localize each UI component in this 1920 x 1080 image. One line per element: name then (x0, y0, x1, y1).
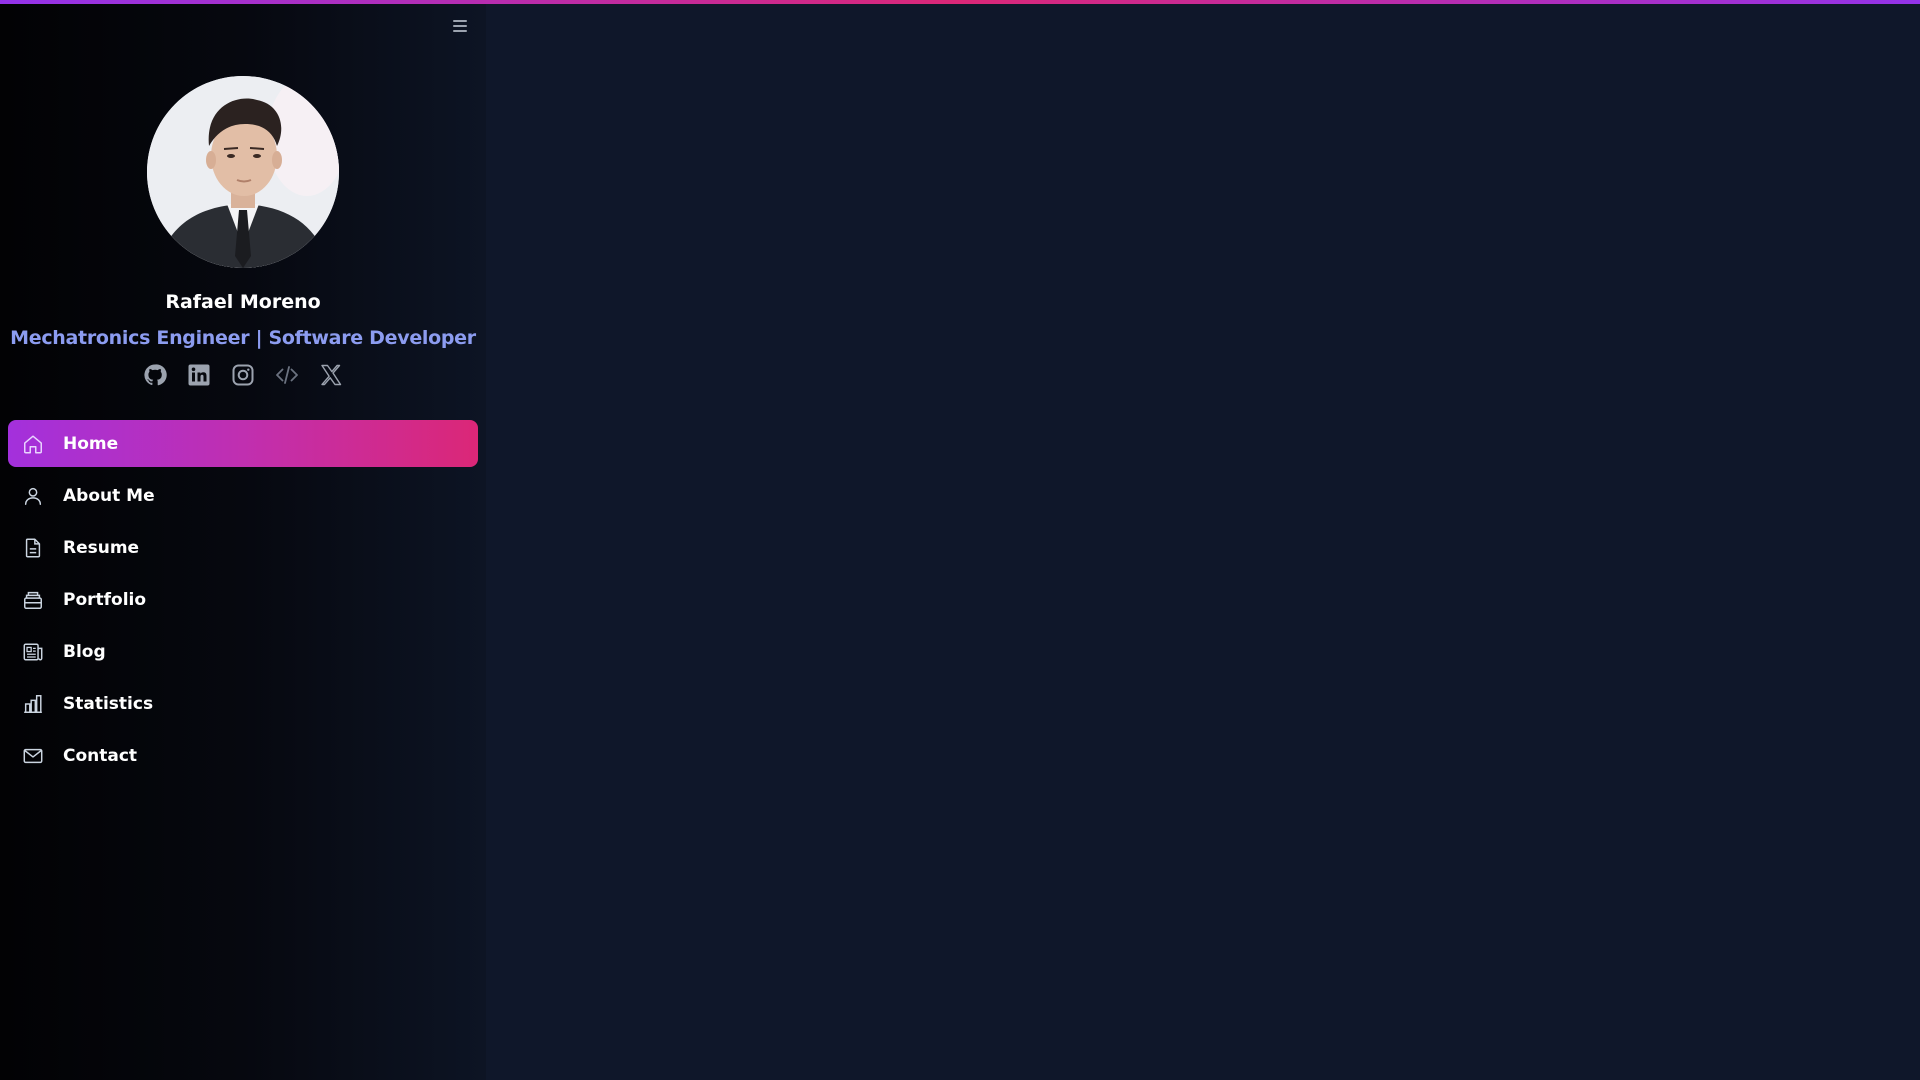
nav-item-label: Portfolio (63, 589, 147, 610)
mail-icon (22, 745, 44, 767)
nav-item-label: Home (63, 433, 119, 454)
document-icon (22, 537, 44, 559)
top-accent-bar (0, 0, 1920, 4)
newspaper-icon (22, 641, 44, 663)
nav-item-statistics[interactable]: Statistics (8, 680, 478, 727)
home-icon (22, 433, 44, 455)
code-icon[interactable] (275, 363, 299, 387)
nav-item-home[interactable]: Home (8, 420, 478, 467)
nav-item-about-me[interactable]: About Me (8, 472, 478, 519)
nav-item-label: Statistics (63, 693, 154, 714)
profile-name: Rafael Moreno (165, 291, 321, 313)
github-icon[interactable] (143, 363, 167, 387)
user-icon (22, 485, 44, 507)
menu-toggle-icon[interactable] (450, 17, 470, 35)
chart-bar-icon (22, 693, 44, 715)
avatar (147, 76, 339, 268)
profile-title: Mechatronics Engineer | Software Develop… (10, 327, 476, 349)
nav-item-label: About Me (63, 485, 155, 506)
main-content (486, 4, 1920, 1080)
nav-item-portfolio[interactable]: Portfolio (8, 576, 478, 623)
nav-item-label: Contact (63, 745, 138, 766)
nav-item-contact[interactable]: Contact (8, 732, 478, 779)
sidebar: Rafael Moreno Mechatronics Engineer | So… (0, 0, 486, 1080)
sidebar-nav: Home About Me Resume Portfolio Blog Stat… (8, 420, 478, 784)
linkedin-icon[interactable] (187, 363, 211, 387)
portfolio-icon (22, 589, 44, 611)
nav-item-resume[interactable]: Resume (8, 524, 478, 571)
social-links (0, 363, 486, 389)
nav-item-label: Blog (63, 641, 106, 662)
nav-item-blog[interactable]: Blog (8, 628, 478, 675)
nav-item-label: Resume (63, 537, 140, 558)
x-twitter-icon[interactable] (319, 363, 343, 387)
instagram-icon[interactable] (231, 363, 255, 387)
